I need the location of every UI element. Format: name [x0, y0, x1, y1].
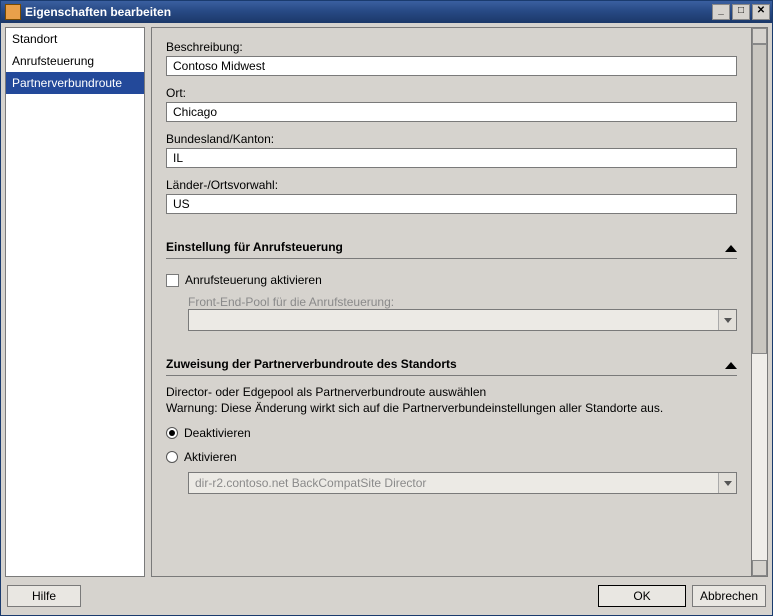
fed-desc-line2: Warnung: Diese Änderung wirkt sich auf d… [166, 400, 737, 416]
fed-route-combo[interactable]: dir-r2.contoso.net BackCompatSite Direct… [188, 472, 737, 494]
ok-button[interactable]: OK [598, 585, 686, 607]
cac-pool-label: Front-End-Pool für die Anrufsteuerung: [188, 295, 737, 309]
cac-section-title: Einstellung für Anrufsteuerung [166, 240, 343, 254]
app-icon [5, 4, 21, 20]
vertical-scrollbar[interactable] [752, 27, 768, 577]
chevron-down-icon [724, 481, 732, 486]
cac-checkbox-label: Anrufsteuerung aktivieren [185, 273, 322, 287]
cac-checkbox-row[interactable]: Anrufsteuerung aktivieren [166, 273, 737, 287]
country-label: Länder-/Ortsvorwahl: [166, 178, 737, 192]
cancel-button[interactable]: Abbrechen [692, 585, 766, 607]
fed-section-header[interactable]: Zuweisung der Partnerverbundroute des St… [166, 357, 737, 376]
titlebar: Eigenschaften bearbeiten _ □ ✕ [1, 1, 772, 23]
fed-route-combo-button[interactable] [718, 473, 736, 493]
close-button[interactable]: ✕ [752, 4, 770, 20]
dialog-footer: Hilfe OK Abbrechen [5, 581, 768, 611]
chevron-down-icon [724, 318, 732, 323]
maximize-button[interactable]: □ [732, 4, 750, 20]
scroll-up-button[interactable] [752, 28, 767, 44]
fed-radio-enable[interactable] [166, 451, 178, 463]
collapse-icon [725, 245, 737, 252]
scroll-track[interactable] [752, 44, 767, 560]
fed-radio-enable-label: Aktivieren [184, 450, 237, 464]
main-row: Standort Anrufsteuerung Partnerverbundro… [5, 27, 768, 577]
fed-radio-disable-label: Deaktivieren [184, 426, 251, 440]
sidebar: Standort Anrufsteuerung Partnerverbundro… [5, 27, 145, 577]
collapse-icon [725, 362, 737, 369]
sidebar-item-anrufsteuerung[interactable]: Anrufsteuerung [6, 50, 144, 72]
content-panel: Beschreibung: Ort: Bundesland/Kanton: Lä… [151, 27, 752, 577]
fed-radio-enable-row[interactable]: Aktivieren [166, 450, 737, 464]
country-input[interactable] [166, 194, 737, 214]
state-input[interactable] [166, 148, 737, 168]
city-label: Ort: [166, 86, 737, 100]
client-area: Standort Anrufsteuerung Partnerverbundro… [1, 23, 772, 615]
dialog-window: Eigenschaften bearbeiten _ □ ✕ Standort … [0, 0, 773, 616]
fed-description: Director- oder Edgepool als Partnerverbu… [166, 384, 737, 416]
scroll-down-button[interactable] [752, 560, 767, 576]
state-label: Bundesland/Kanton: [166, 132, 737, 146]
sidebar-item-standort[interactable]: Standort [6, 28, 144, 50]
window-title: Eigenschaften bearbeiten [25, 5, 710, 19]
fed-route-combo-value: dir-r2.contoso.net BackCompatSite Direct… [189, 473, 718, 493]
fed-desc-line1: Director- oder Edgepool als Partnerverbu… [166, 384, 737, 400]
description-label: Beschreibung: [166, 40, 737, 54]
scroll-thumb[interactable] [752, 44, 767, 354]
city-input[interactable] [166, 102, 737, 122]
cac-pool-combo[interactable] [188, 309, 737, 331]
fed-radio-disable[interactable] [166, 427, 178, 439]
cac-pool-value [189, 310, 718, 330]
help-button[interactable]: Hilfe [7, 585, 81, 607]
cac-pool-combo-button[interactable] [718, 310, 736, 330]
fed-section-title: Zuweisung der Partnerverbundroute des St… [166, 357, 457, 371]
window-buttons: _ □ ✕ [710, 4, 770, 20]
cac-checkbox[interactable] [166, 274, 179, 287]
cac-section-header[interactable]: Einstellung für Anrufsteuerung [166, 240, 737, 259]
minimize-button[interactable]: _ [712, 4, 730, 20]
description-input[interactable] [166, 56, 737, 76]
content-wrap: Beschreibung: Ort: Bundesland/Kanton: Lä… [151, 27, 768, 577]
fed-radio-disable-row[interactable]: Deaktivieren [166, 426, 737, 440]
sidebar-item-partnerverbundroute[interactable]: Partnerverbundroute [6, 72, 144, 94]
